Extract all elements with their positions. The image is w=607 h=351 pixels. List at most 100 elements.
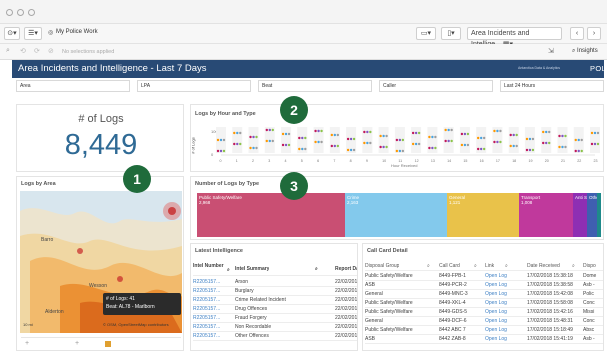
table-row[interactable]: General 8449-DCF-6 Open Log 17/02/2018 15:4…: [365, 317, 603, 326]
hour-point[interactable]: [219, 138, 223, 142]
intel-number-link[interactable]: R2205157...: [193, 323, 220, 331]
hour-point[interactable]: [265, 139, 268, 143]
callcard-col-disposition[interactable]: Dispo: [583, 262, 603, 270]
hour-point[interactable]: [463, 143, 467, 147]
hour-point[interactable]: [574, 138, 577, 142]
hour-point[interactable]: [525, 137, 529, 141]
hour-point[interactable]: [545, 141, 548, 145]
hour-point[interactable]: [239, 142, 242, 146]
hour-point[interactable]: [434, 135, 437, 139]
hour-point[interactable]: [219, 149, 223, 153]
hour-point[interactable]: [417, 142, 421, 146]
table-row[interactable]: R2205157... Burglary 22/02/201: [193, 287, 357, 296]
hour-point[interactable]: [531, 148, 535, 152]
layer-icon[interactable]: [105, 341, 111, 347]
hour-point[interactable]: [236, 142, 239, 146]
hour-point[interactable]: [577, 138, 580, 142]
table-row[interactable]: ASB 8442 ZAB-8 Open Log 17/02/2018 15:41:19…: [365, 335, 603, 344]
hour-point[interactable]: [265, 128, 268, 132]
type-segment[interactable]: Crime 2,163: [345, 193, 447, 237]
hour-point[interactable]: [590, 142, 594, 146]
latest-intelligence-panel[interactable]: Latest Intelligence Intel Number ⌕ Intel…: [190, 243, 358, 351]
hour-point[interactable]: [284, 143, 288, 147]
hour-point[interactable]: [301, 136, 304, 140]
hour-point[interactable]: [580, 149, 583, 153]
hour-point[interactable]: [558, 145, 561, 149]
hour-point[interactable]: [577, 149, 580, 153]
hour-point[interactable]: [561, 134, 564, 138]
hour-point[interactable]: [496, 129, 499, 133]
type-segment[interactable]: Public Safety/Welfare 2,968: [197, 193, 345, 237]
table-row[interactable]: R2205157... Crime Related Incident 22/02/2…: [193, 296, 357, 305]
hour-point[interactable]: [460, 132, 464, 136]
hour-point[interactable]: [382, 134, 385, 138]
hour-point[interactable]: [447, 139, 450, 143]
table-row[interactable]: R2205157... Other Offences 22/02/201: [193, 332, 357, 341]
hour-point[interactable]: [414, 131, 418, 135]
hour-point[interactable]: [512, 133, 515, 137]
hour-point[interactable]: [479, 147, 483, 151]
smart-search-icon[interactable]: ⌕: [6, 47, 10, 55]
hour-point[interactable]: [512, 144, 515, 148]
logs-by-area-panel[interactable]: Logs by Area Barro Wesson Alderton # of …: [16, 176, 184, 351]
hour-point[interactable]: [593, 131, 597, 135]
hour-point[interactable]: [239, 131, 242, 135]
hour-point[interactable]: [431, 135, 434, 139]
hour-point[interactable]: [333, 133, 337, 137]
hour-point[interactable]: [401, 149, 405, 153]
hour-point[interactable]: [590, 131, 594, 135]
intel-col-date[interactable]: Report Da: [335, 266, 357, 272]
hour-point[interactable]: [336, 144, 340, 148]
hour-point[interactable]: [287, 132, 291, 136]
callcard-col-card[interactable]: Call Card: [439, 262, 460, 270]
intel-number-link[interactable]: R2205157...: [193, 278, 220, 286]
hour-point[interactable]: [398, 138, 402, 142]
table-row[interactable]: ASB 8449-PCR-2 Open Log 17/02/2018 15:38:58…: [365, 281, 603, 290]
step-back-icon[interactable]: ⟲: [20, 47, 26, 55]
hour-point[interactable]: [428, 135, 431, 139]
hour-point[interactable]: [382, 145, 385, 149]
app-name[interactable]: My Police Work: [56, 29, 98, 35]
search-icon[interactable]: ⌕: [474, 262, 477, 270]
table-row[interactable]: Public Safety/Welfare 8449-XKL-4 Open Log 1…: [365, 299, 603, 308]
step-forward-icon[interactable]: ⟳: [34, 47, 40, 55]
close-window-button[interactable]: [6, 9, 13, 16]
hour-point[interactable]: [531, 137, 535, 141]
table-row[interactable]: R2205157... Drug Offences 22/02/201: [193, 305, 357, 314]
hour-point[interactable]: [444, 139, 447, 143]
type-segment[interactable]: General 1,121: [447, 193, 519, 237]
hour-point[interactable]: [545, 130, 548, 134]
intel-number-link[interactable]: R2205157...: [193, 287, 220, 295]
hour-point[interactable]: [596, 142, 600, 146]
hour-point[interactable]: [414, 142, 418, 146]
hour-point[interactable]: [255, 146, 258, 150]
hour-point[interactable]: [580, 138, 583, 142]
filter-area[interactable]: Area: [16, 80, 130, 92]
table-row[interactable]: General 8449-MNC-3 Open Log 17/02/2018 15:4…: [365, 290, 603, 299]
hour-point[interactable]: [317, 140, 320, 144]
hour-point[interactable]: [287, 143, 291, 147]
hour-point[interactable]: [466, 143, 470, 147]
prev-sheet-button[interactable]: ‹: [570, 27, 584, 40]
logs-by-hour-panel[interactable]: Logs by Hour and Type # of Logs 100 0 0 1 2 3…: [190, 104, 604, 172]
hour-point[interactable]: [476, 136, 480, 140]
hour-point[interactable]: [528, 137, 532, 141]
hour-point[interactable]: [479, 136, 483, 140]
hour-point[interactable]: [298, 147, 301, 151]
list-menu-icon[interactable]: ☰▾: [24, 27, 42, 40]
hour-point[interactable]: [233, 142, 236, 146]
hour-point[interactable]: [493, 129, 496, 133]
hour-point[interactable]: [271, 128, 274, 132]
open-log-link[interactable]: Open Log: [485, 281, 507, 289]
hour-point[interactable]: [525, 148, 529, 152]
hour-point[interactable]: [249, 135, 252, 139]
table-row[interactable]: R2205157... Non Recordable 22/02/201: [193, 323, 357, 332]
hour-point[interactable]: [564, 134, 567, 138]
hour-point[interactable]: [268, 128, 271, 132]
hour-point[interactable]: [431, 146, 434, 150]
hour-point[interactable]: [466, 132, 470, 136]
hour-point[interactable]: [349, 137, 353, 141]
selection-tool-icon[interactable]: ⇲: [548, 47, 554, 55]
type-segment[interactable]: [597, 193, 601, 237]
hour-point[interactable]: [593, 142, 597, 146]
